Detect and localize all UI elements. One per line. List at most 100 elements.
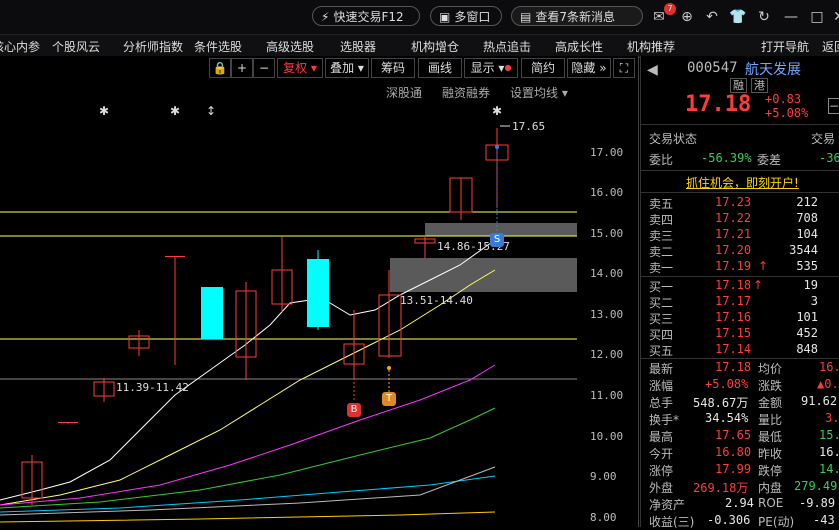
overlay-label: 叠加 [330, 61, 355, 75]
ma20-line [0, 364, 496, 506]
menu-growth[interactable]: 高成长性 [555, 38, 603, 55]
weicha-label: 委差 [757, 153, 782, 167]
bid-vol: 452 [796, 326, 818, 340]
minus-icon[interactable]: − [828, 98, 839, 114]
bid-label: 买四 [649, 328, 674, 342]
stat-value: 2.94 [725, 496, 754, 510]
ask-vol: 104 [796, 227, 818, 241]
draw-label: 画线 [427, 61, 452, 75]
stat-label: PE(动) [758, 515, 795, 529]
stat-label: 涨停 [649, 464, 674, 478]
divider [641, 170, 839, 171]
stats-row: 外盘 269.18万 内盘 279.49 [641, 479, 839, 496]
draw-button[interactable]: 画线 [418, 58, 462, 78]
shenzhen-connect-link[interactable]: 深股通 [386, 84, 422, 101]
stat-label: 均价 [758, 362, 783, 376]
stock-name[interactable]: 航天发展 [745, 59, 801, 79]
candles [21, 128, 509, 505]
menu-advanced-select[interactable]: 高级选股 [266, 38, 314, 55]
back-icon[interactable]: ↶ [703, 8, 721, 26]
bid-row[interactable]: 买二 17.17 3 [641, 294, 839, 310]
y-tick: 10.00 [590, 430, 624, 443]
collapse-icon[interactable]: ◀ [647, 62, 658, 78]
multi-window-button[interactable]: ▣ 多窗口 [430, 6, 502, 26]
zoom-out-icon[interactable]: − [253, 58, 275, 78]
maximize-icon[interactable]: □ [808, 8, 826, 26]
hk-tag: 港 [751, 78, 768, 93]
skin-icon[interactable]: 👕 [729, 8, 747, 26]
bid-row[interactable]: 买五 17.14 848 [641, 342, 839, 358]
menu-institution[interactable]: 机构增仓 [411, 38, 459, 55]
lightning-icon: ⚡ [321, 10, 330, 24]
news-button[interactable]: ▤ 查看7条新消息 [511, 6, 643, 26]
divider [641, 192, 839, 193]
ask-row[interactable]: 卖四 17.22 708 [641, 211, 839, 227]
menu-return[interactable]: 返回 [822, 38, 839, 55]
lock-icon[interactable]: 🔒 [209, 58, 231, 78]
promo-link[interactable]: 抓住机会，即刻开户! [686, 174, 799, 191]
messages-icon: ▤ [520, 10, 532, 24]
ma-settings-dropdown[interactable]: 设置均线 ▾ [510, 84, 568, 101]
refresh-icon[interactable]: ↻ [755, 8, 773, 26]
bid-row[interactable]: 买一 17.18 ↑ 19 [641, 278, 839, 294]
bid-label: 买三 [649, 312, 674, 326]
price-change-pct: +5.08% [765, 106, 809, 120]
menu-stock-trend[interactable]: 个股风云 [52, 38, 100, 55]
stat-value: 34.54% [705, 411, 749, 425]
bid-vol: 848 [796, 342, 818, 356]
up-arrow-icon: ↑ [758, 259, 769, 273]
kline-chart[interactable]: ✱ ✱ ↕ ✱ 17.65 14.86-15.27 13.51-14.40 11… [0, 100, 639, 527]
bid-row[interactable]: 买四 17.15 452 [641, 326, 839, 342]
show-dropdown[interactable]: 显示 ▾● [464, 58, 518, 78]
order-book-asks: 卖五 17.23 212 卖四 17.22 708 卖三 17.21 104 卖二 17.20… [641, 195, 839, 275]
menu-selector[interactable]: 选股器 [340, 38, 376, 55]
up-arrow-icon: ↑ [753, 278, 764, 292]
ask-row[interactable]: 卖一 17.19 ↑ 535 [641, 259, 839, 275]
y-tick: 14.00 [590, 267, 624, 280]
ask-row[interactable]: 卖五 17.23 212 [641, 195, 839, 211]
trade-status-label: 交易状态 [649, 132, 698, 146]
y-tick: 15.00 [590, 227, 624, 240]
hide-button[interactable]: 隐藏 » [567, 58, 611, 78]
buy-marker[interactable]: B [347, 403, 361, 417]
bid-row[interactable]: 买三 17.16 101 [641, 310, 839, 326]
chips-button[interactable]: 筹码 [371, 58, 415, 78]
menu-bar: 核心内参 个股风云 分析师指数 条件选股 高级选股 选股器 机构增仓 热点追击 … [0, 34, 839, 58]
margin-tag: 融 [730, 78, 747, 93]
stat-label: 涨跌 [758, 379, 783, 393]
sell-marker[interactable]: S [490, 233, 504, 247]
stat-label: 涨幅 [649, 379, 674, 393]
bid-price: 17.18 [715, 278, 752, 292]
t-marker[interactable]: T [382, 392, 396, 406]
menu-recommend[interactable]: 机构推荐 [627, 38, 675, 55]
bid-vol: 3 [810, 294, 818, 308]
quick-trade-button[interactable]: ⚡ 快速交易F12 [312, 6, 420, 26]
add-icon[interactable]: ⊕ [678, 8, 696, 26]
simple-button[interactable]: 简约 [521, 58, 565, 78]
chips-label: 筹码 [380, 61, 405, 75]
ask-price: 17.21 [715, 227, 752, 241]
zoom-in-icon[interactable]: + [231, 58, 253, 78]
bid-price: 17.17 [715, 294, 752, 308]
menu-core[interactable]: 核心内参 [0, 38, 40, 55]
fullscreen-icon[interactable]: ⛶ [613, 58, 635, 78]
menu-navigation[interactable]: 打开导航 [761, 38, 809, 55]
menu-analyst-index[interactable]: 分析师指数 [123, 38, 183, 55]
divider [641, 358, 839, 359]
bid-vol: 19 [803, 278, 818, 292]
overlay-dropdown[interactable]: 叠加 ▾ [325, 58, 369, 78]
minimize-icon[interactable]: — [782, 8, 800, 26]
ask-price: 17.19 [715, 259, 752, 273]
stat-value: ▲0. [817, 377, 839, 391]
close-icon[interactable]: ✕ [830, 8, 839, 26]
menu-hotspot[interactable]: 热点追击 [483, 38, 531, 55]
menu-condition-select[interactable]: 条件选股 [194, 38, 242, 55]
stats-row: 涨幅 +5.08% 涨跌 ▲0. [641, 377, 839, 394]
ask-row[interactable]: 卖二 17.20 3544 [641, 243, 839, 259]
show-label: 显示 [470, 61, 495, 75]
stat-label: 净资产 [649, 498, 686, 512]
ask-row[interactable]: 卖三 17.21 104 [641, 227, 839, 243]
stat-value: 269.18万 [693, 481, 749, 495]
margin-trading-link[interactable]: 融资融券 [442, 84, 490, 101]
restore-dropdown[interactable]: 复权 ▾ [277, 58, 323, 78]
